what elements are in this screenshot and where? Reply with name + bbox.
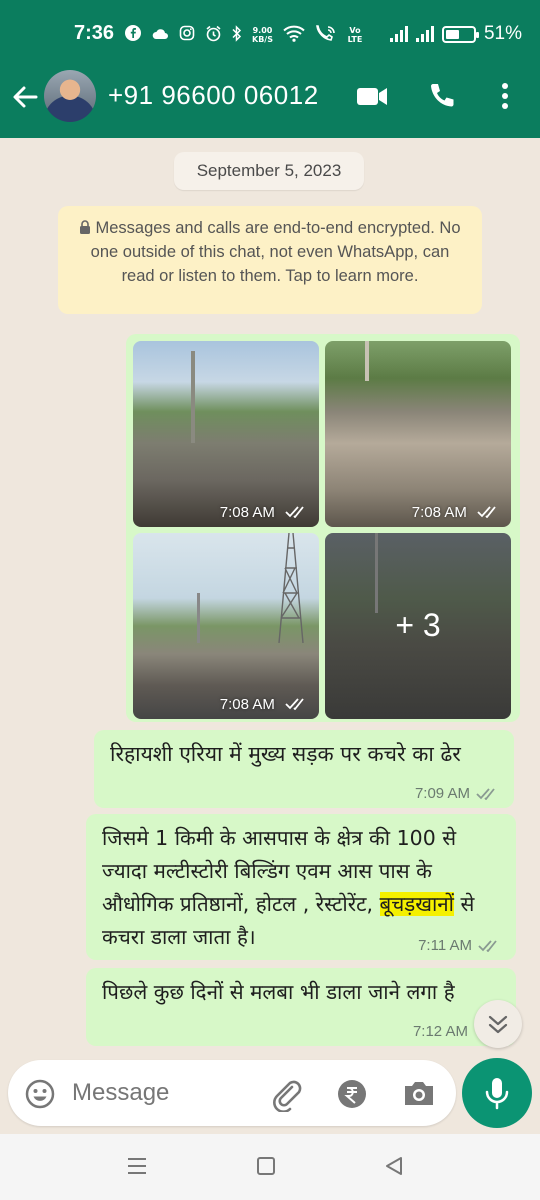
voice-call-icon[interactable] — [428, 82, 458, 110]
chat-header: +91 96600 06012 — [0, 70, 540, 138]
media-group-bubble: 7:08 AM 7:08 AM 7:08 AM + 3 — [126, 334, 520, 722]
scroll-to-bottom-button[interactable] — [474, 1000, 522, 1048]
wifi-icon — [283, 25, 305, 46]
double-tick-icon — [285, 506, 304, 519]
status-time: 7:36 — [74, 22, 115, 44]
signal-icon — [415, 26, 434, 42]
rupee-icon[interactable] — [336, 1078, 368, 1110]
menu-nav-icon[interactable] — [126, 1156, 148, 1176]
volte-label: Vo LTE — [347, 26, 363, 44]
contact-name[interactable]: +91 96600 06012 — [108, 80, 319, 111]
mic-button[interactable] — [462, 1058, 532, 1128]
photo-thumbnail[interactable]: 7:08 AM — [325, 341, 511, 527]
message-time: 7:12 AM — [412, 1023, 468, 1040]
double-tick-icon — [477, 506, 496, 519]
double-chevron-down-icon — [488, 1015, 508, 1034]
photo-more-overlay[interactable]: + 3 — [325, 533, 511, 719]
photo-thumbnail[interactable]: 7:08 AM — [133, 341, 319, 527]
home-nav-icon[interactable] — [256, 1156, 276, 1176]
back-arrow-icon[interactable] — [10, 82, 40, 112]
photo-time: 7:08 AM — [220, 696, 309, 713]
message-input[interactable]: Message — [72, 1079, 169, 1107]
bluetooth-icon — [232, 24, 242, 46]
message-bubble[interactable]: रिहायशी एरिया में मुख्य सड़क पर कचरे का … — [94, 730, 514, 808]
message-time: 7:09 AM — [415, 785, 500, 802]
chat-area[interactable]: September 5, 2023 Messages and calls are… — [0, 138, 540, 1058]
input-bar: Message — [0, 1058, 540, 1134]
battery-level — [445, 29, 459, 39]
cloud-icon — [151, 26, 169, 45]
double-tick-icon — [478, 939, 497, 952]
mic-icon — [485, 1078, 509, 1110]
message-time: 7:11 AM — [418, 937, 502, 954]
double-tick-icon — [285, 698, 304, 711]
message-input-container: Message — [8, 1060, 456, 1126]
date-chip: September 5, 2023 — [174, 152, 364, 190]
photo-time: 7:08 AM — [220, 504, 309, 521]
encryption-notice[interactable]: Messages and calls are end-to-end encryp… — [58, 206, 482, 314]
system-nav-bar — [0, 1134, 540, 1200]
lock-icon — [80, 220, 91, 234]
photo-thumbnail[interactable]: 7:08 AM — [133, 533, 319, 719]
back-nav-icon[interactable] — [384, 1156, 404, 1176]
alarm-icon — [205, 25, 222, 46]
battery-icon — [441, 25, 479, 43]
signal-icon — [389, 26, 408, 42]
message-bubble[interactable]: जिसमे 1 किमी के आसपास के क्षेत्र की 100 … — [86, 814, 516, 960]
facebook-icon — [125, 25, 141, 45]
video-call-icon[interactable] — [356, 82, 388, 110]
status-bar: 7:36 9.00 KB/S Vo LTE 51% — [0, 0, 540, 70]
encryption-text: Messages and calls are end-to-end encryp… — [90, 219, 461, 285]
message-text: रिहायशी एरिया में मुख्य सड़क पर कचरे का … — [110, 742, 461, 766]
wifi-calling-icon — [315, 24, 337, 46]
message-text: जिसमे 1 किमी के आसपास के क्षेत्र की 100 … — [102, 826, 475, 949]
double-tick-icon — [476, 787, 495, 800]
message-bubble[interactable]: पिछले कुछ दिनों से मलबा भी डाला जाने लगा… — [86, 968, 516, 1046]
message-text: पिछले कुछ दिनों से मलबा भी डाला जाने लगा… — [102, 980, 455, 1004]
attach-icon[interactable] — [270, 1078, 304, 1112]
status-notification-icons: 9.00 KB/S Vo LTE — [125, 24, 363, 46]
avatar[interactable] — [44, 70, 96, 122]
network-speed: 9.00 KB/S — [252, 26, 273, 44]
more-photos-count: + 3 — [395, 607, 441, 643]
photo-time: 7:08 AM — [412, 504, 501, 521]
instagram-icon — [179, 25, 195, 45]
highlighted-word: बूचड़खानों — [379, 892, 454, 916]
more-vert-icon[interactable] — [498, 82, 512, 112]
camera-icon[interactable] — [402, 1078, 436, 1108]
status-right: 51% — [389, 23, 522, 45]
battery-percent: 51% — [483, 23, 522, 44]
emoji-icon[interactable] — [24, 1078, 56, 1110]
